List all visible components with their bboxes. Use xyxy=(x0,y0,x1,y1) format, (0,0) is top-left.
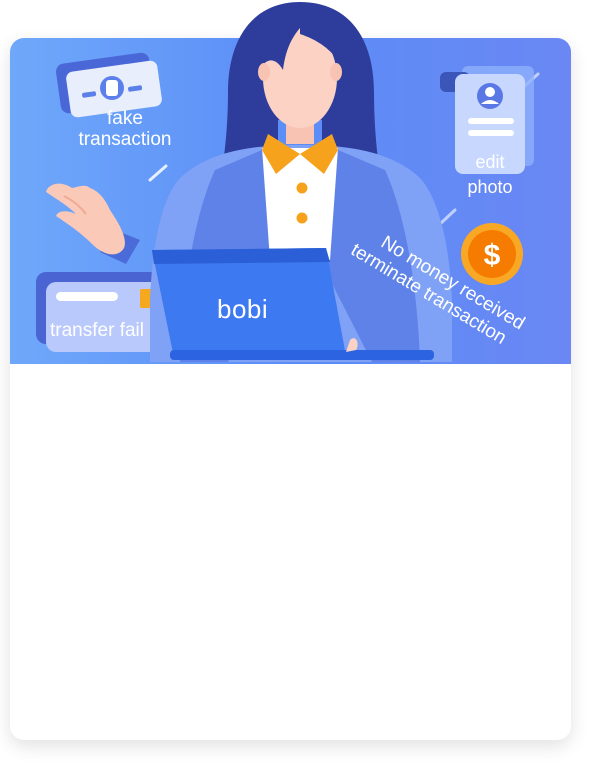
transfer-fail-label: transfer fail xyxy=(50,320,144,341)
brand-label: bobi xyxy=(217,294,269,324)
waving-hand-icon xyxy=(46,183,140,264)
fake-label-line2: transaction xyxy=(78,129,172,150)
edit-label-line2: photo xyxy=(467,177,513,197)
fake-transaction-label: fake transaction xyxy=(70,108,180,150)
fake-label-line1: fake xyxy=(107,108,143,129)
svg-text:$: $ xyxy=(484,239,501,272)
dollar-coin-icon: $ xyxy=(461,223,523,285)
edit-photo-label: edit photo xyxy=(450,150,530,200)
edit-label-line1: edit xyxy=(475,152,505,172)
